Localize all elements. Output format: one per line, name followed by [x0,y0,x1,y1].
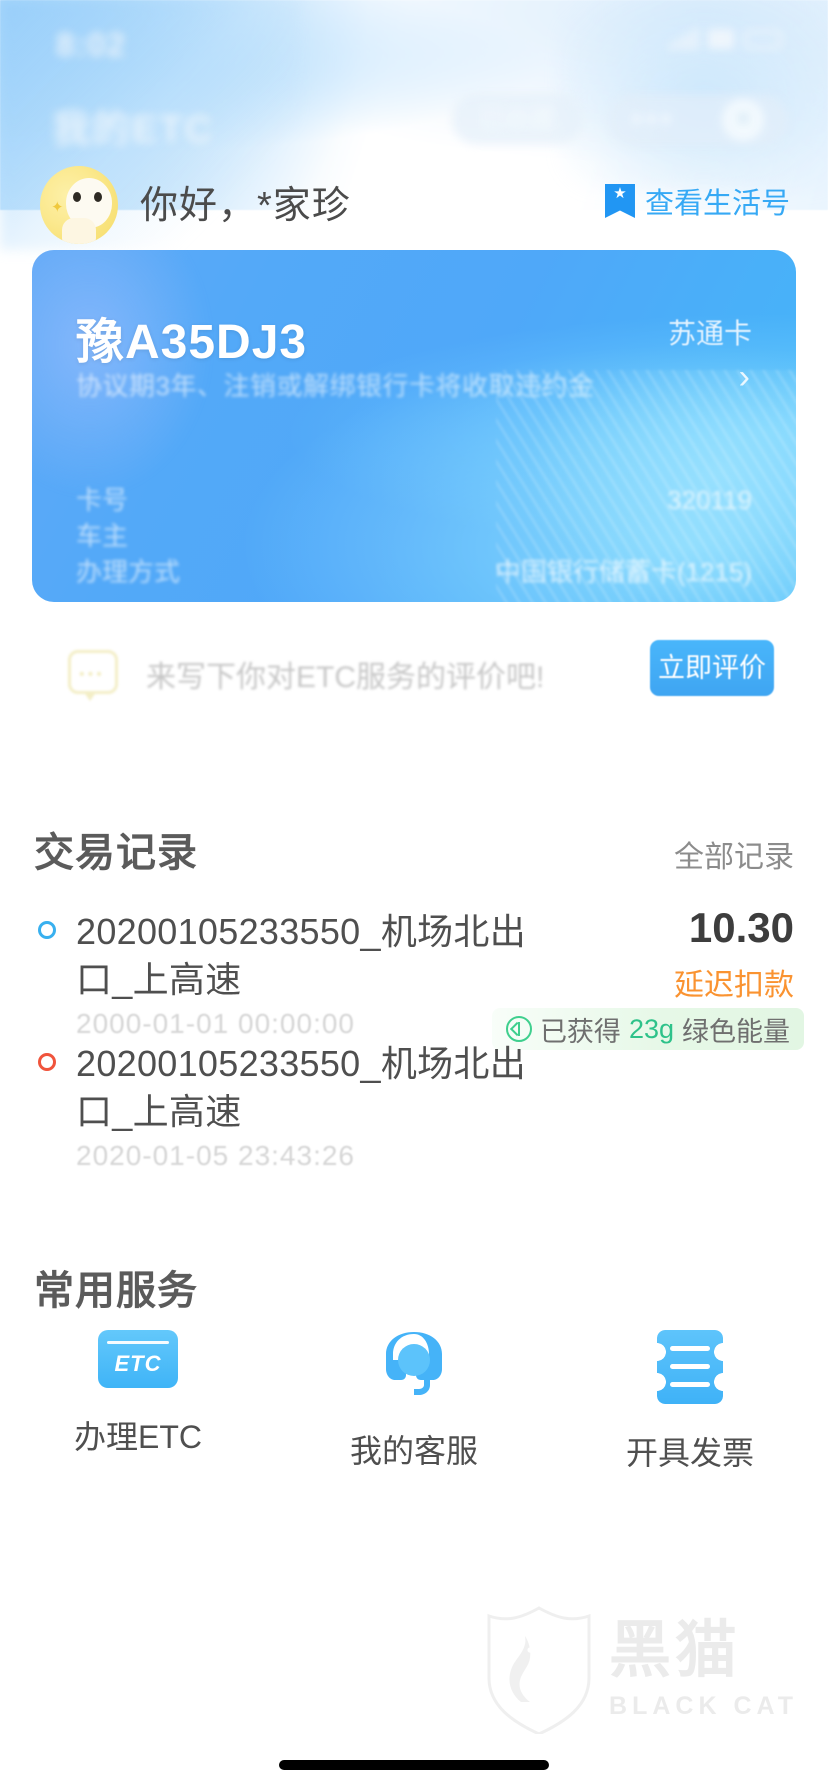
bookmark-star-icon [604,184,635,218]
etc-card[interactable]: 豫A35DJ3 苏通卡 协议期3年、注销或解绑银行卡将收取违约金 › 卡号 32… [32,250,796,602]
more-dots-icon[interactable]: ••• [632,103,676,137]
battery-icon [744,29,782,49]
status-bar-time: 8:02 [56,26,127,63]
wifi-icon [708,29,734,49]
service-label: 办理ETC [73,1419,202,1455]
evaluate-now-button[interactable]: 立即评价 [650,640,774,696]
avatar-eye-left [73,192,81,202]
card-detail-row: 办理方式 中国银行储蓄卡(1215) [76,552,752,588]
leaf-energy-icon [505,1016,532,1042]
black-cat-shield-icon [487,1606,591,1734]
etc-card-icon: ETC [98,1330,178,1388]
favorite-button[interactable]: 已收藏 [452,94,582,144]
invoice-ticket-icon [657,1330,723,1404]
status-marker-red [38,1053,56,1071]
service-label: 我的客服 [349,1433,478,1469]
life-account-link[interactable]: 查看生活号 [604,180,790,222]
page-title: 我的ETC [52,109,215,151]
home-indicator [279,1760,549,1770]
services-title: 常用服务 [34,1269,198,1313]
transaction-title: 20200105233550_机场北出口_上高速 [76,911,527,1000]
black-cat-watermark: 黑猫 BLACK CAT [485,1606,798,1734]
evaluate-bar: ••• 来写下你对ETC服务的评价吧! 立即评价 [32,630,796,716]
watermark-text: 黑猫 BLACK CAT [609,1615,798,1721]
license-plate: 豫A35DJ3 [76,316,308,369]
card-detail-rows: 卡号 320119 车主 办理方式 中国银行储蓄卡(1215) [76,480,752,588]
card-detail-label: 办理方式 [76,557,181,587]
status-marker-blue [38,921,56,939]
nav-capsule: ••• ✕ [608,94,788,146]
card-type-label: 苏通卡 [667,318,752,349]
card-detail-row: 卡号 320119 [76,480,752,516]
transaction-title: 20200105233550_机场北出口_上高速 [76,1043,527,1132]
energy-prefix: 已获得 [539,1016,621,1047]
app-screen: 8:02 我的ETC 已收藏 ••• ✕ ✦ 你好，*家珍 查看生活号 [0,0,828,1792]
services-grid: ETC 办理ETC 我的客服 开具发票 [0,1330,828,1474]
chevron-right-icon[interactable]: › [739,360,750,394]
avatar-hand [62,218,96,244]
watermark-en: BLACK CAT [609,1691,798,1720]
transactions-title: 交易记录 [34,831,198,875]
greeting-text: 你好，*家珍 [140,185,351,227]
card-detail-label: 车主 [76,521,129,551]
service-label: 开具发票 [625,1435,754,1471]
card-detail-value: 中国银行储蓄卡(1215) [494,557,752,587]
service-item-etc[interactable]: ETC 办理ETC [0,1330,276,1474]
headset-support-icon [376,1330,452,1402]
all-records-link[interactable]: 全部记录 [674,832,794,876]
transaction-date: 2000-01-01 00:00:00 [76,1008,355,1039]
card-detail-row: 车主 [76,516,752,552]
card-agreement-note: 协议期3年、注销或解绑银行卡将收取违约金 [76,371,595,401]
avatar-sparkle: ✦ [51,199,64,216]
energy-suffix: 绿色能量 [682,1016,790,1047]
transaction-date: 2020-01-05 23:43:26 [76,1140,355,1171]
energy-value: 23g [628,1013,674,1044]
life-account-label: 查看生活号 [644,188,790,220]
service-item-invoice[interactable]: 开具发票 [552,1330,828,1474]
close-icon[interactable]: ✕ [722,99,765,141]
card-detail-label: 卡号 [76,485,129,515]
avatar-eye-right [94,192,102,202]
evaluate-prompt: 来写下你对ETC服务的评价吧! [146,661,545,694]
greeting-row: ✦ 你好，*家珍 查看生活号 [0,160,828,250]
status-bar: 8:02 [0,26,828,72]
comment-bubble-icon: ••• [68,650,118,701]
watermark-cn: 黑猫 [609,1615,742,1685]
user-avatar-icon[interactable]: ✦ [40,166,118,244]
nav-bar: 我的ETC 已收藏 ••• ✕ [0,92,828,164]
card-detail-value: 320119 [667,485,752,515]
transaction-status: 延迟扣款 [674,969,794,1002]
signal-bars-icon [669,28,698,50]
status-bar-icons [669,28,782,50]
service-item-support[interactable]: 我的客服 [276,1330,552,1474]
transaction-amount: 10.30 [688,904,794,951]
